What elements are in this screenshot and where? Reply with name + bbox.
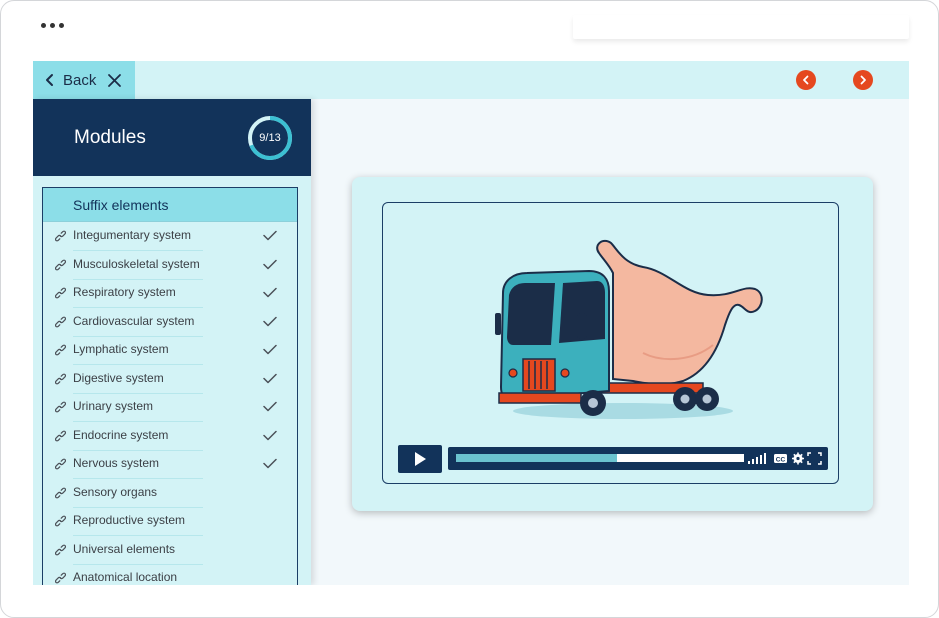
checkmark-icon — [263, 287, 277, 298]
module-item[interactable]: Respiratory system — [43, 279, 297, 308]
module-label: Sensory organs — [73, 485, 203, 508]
module-label: Endocrine system — [73, 428, 203, 451]
module-label: Nervous system — [73, 456, 203, 479]
svg-text:CC: CC — [776, 456, 786, 463]
section-header[interactable]: Suffix elements — [43, 188, 297, 222]
module-item[interactable]: Integumentary system — [43, 222, 297, 251]
previous-button[interactable] — [796, 70, 816, 90]
seek-progress — [456, 454, 618, 462]
module-items: Integumentary system Musculoskeletal syst… — [43, 222, 297, 585]
module-label: Respiratory system — [73, 285, 203, 308]
volume-icon[interactable] — [748, 453, 766, 464]
seek-bar[interactable] — [456, 454, 744, 462]
video-player[interactable]: CC — [382, 202, 839, 484]
module-item[interactable]: Anatomical location — [43, 564, 297, 585]
modules-header: Modules 9/13 — [33, 99, 311, 176]
link-icon — [55, 487, 66, 498]
checkmark-icon — [263, 230, 277, 241]
next-button[interactable] — [853, 70, 873, 90]
module-item[interactable]: Nervous system — [43, 450, 297, 479]
module-item[interactable]: Cardiovascular system — [43, 308, 297, 337]
module-list: Suffix elements Integumentary system Musc… — [42, 187, 298, 585]
video-controls: CC — [398, 445, 828, 473]
control-bar: CC — [448, 447, 828, 470]
module-label: Anatomical location — [73, 570, 203, 585]
modules-sidebar: Modules 9/13 Suffix elements Integumenta… — [33, 99, 311, 585]
module-item[interactable]: Sensory organs — [43, 479, 297, 508]
module-item[interactable]: Universal elements — [43, 536, 297, 565]
back-label: Back — [63, 71, 97, 89]
video-card: CC — [352, 177, 873, 511]
module-item[interactable]: Urinary system — [43, 393, 297, 422]
settings-icon[interactable] — [792, 452, 804, 465]
close-icon[interactable] — [107, 73, 122, 88]
module-label: Universal elements — [73, 542, 203, 565]
back-button[interactable]: Back — [33, 61, 135, 99]
truck-stomach-illustration — [495, 239, 763, 419]
checkmark-icon — [263, 458, 277, 469]
link-icon — [55, 316, 66, 327]
checkmark-icon — [263, 401, 277, 412]
module-item[interactable]: Endocrine system — [43, 422, 297, 451]
link-icon — [55, 230, 66, 242]
course-player: Back Modules 9/13 Suffix elements Integu… — [33, 61, 909, 585]
link-icon — [55, 515, 66, 527]
link-icon — [55, 373, 66, 384]
player-icons: CC — [748, 452, 822, 465]
captions-icon[interactable]: CC — [774, 454, 787, 463]
link-icon — [55, 544, 66, 555]
link-icon — [55, 458, 66, 470]
top-bar: Back — [33, 61, 909, 99]
fullscreen-icon[interactable] — [807, 452, 822, 465]
checkmark-icon — [263, 259, 277, 269]
arrow-left-icon — [803, 75, 809, 85]
modules-title: Modules — [74, 127, 146, 148]
arrow-right-icon — [860, 75, 866, 85]
module-label: Lymphatic system — [73, 342, 203, 365]
link-icon — [55, 572, 66, 584]
link-icon — [55, 430, 66, 441]
checkmark-icon — [263, 373, 277, 383]
module-label: Reproductive system — [73, 513, 203, 536]
address-bar[interactable] — [573, 15, 909, 39]
checkmark-icon — [263, 316, 277, 326]
module-item[interactable]: Lymphatic system — [43, 336, 297, 365]
play-button[interactable] — [398, 445, 442, 473]
module-item[interactable]: Musculoskeletal system — [43, 251, 297, 280]
checkmark-icon — [263, 344, 277, 355]
window-frame: Back Modules 9/13 Suffix elements Integu… — [0, 0, 939, 618]
progress-count: 9/13 — [259, 132, 281, 144]
link-icon — [55, 259, 66, 270]
checkmark-icon — [263, 430, 277, 440]
link-icon — [55, 344, 66, 356]
more-options-icon[interactable] — [41, 23, 64, 28]
link-icon — [55, 401, 66, 413]
play-icon — [415, 452, 426, 466]
module-label: Musculoskeletal system — [73, 257, 203, 280]
module-label: Cardiovascular system — [73, 314, 203, 337]
module-label: Integumentary system — [73, 228, 203, 251]
chevron-left-icon — [46, 74, 53, 86]
module-item[interactable]: Digestive system — [43, 365, 297, 394]
module-label: Digestive system — [73, 371, 203, 394]
module-item[interactable]: Reproductive system — [43, 507, 297, 536]
link-icon — [55, 287, 66, 299]
module-label: Urinary system — [73, 399, 203, 422]
